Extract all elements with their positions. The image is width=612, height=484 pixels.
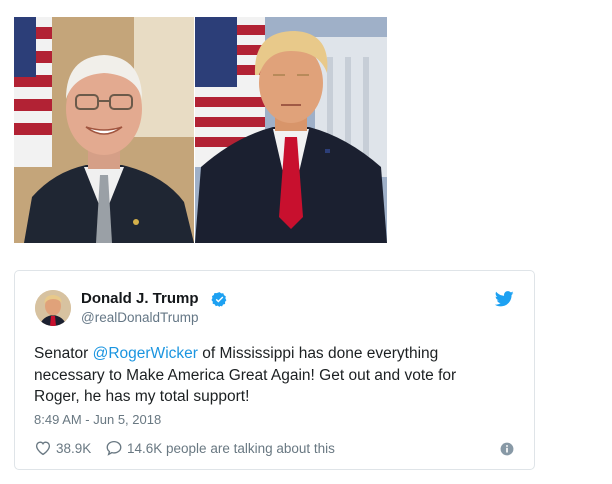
tweet-card[interactable]: Donald J. Trump @realDonaldTrump Senator…	[14, 270, 535, 470]
heart-icon	[35, 441, 51, 456]
verified-badge-icon	[211, 292, 227, 307]
reply-count-text: 14.6K people are talking about this	[127, 440, 335, 456]
author-name[interactable]: Donald J. Trump	[81, 290, 199, 307]
photo-donald-trump	[195, 17, 387, 243]
tweet-text-before: Senator	[34, 345, 93, 362]
photo-roger-wicker	[14, 17, 194, 243]
like-button[interactable]: 38.9K	[34, 439, 91, 457]
like-count: 38.9K	[56, 440, 92, 456]
speech-bubble-icon	[106, 440, 122, 456]
twitter-bird-icon[interactable]	[495, 291, 514, 307]
author-handle[interactable]: @realDonaldTrump	[81, 310, 199, 325]
avatar[interactable]	[35, 290, 71, 326]
mention-link[interactable]: @RogerWicker	[93, 345, 198, 362]
tweet-actions: 38.9K 14.6K people are talking about thi…	[34, 439, 514, 459]
reply-button[interactable]: 14.6K people are talking about this	[105, 439, 335, 457]
info-icon[interactable]	[500, 442, 514, 456]
tweet-text: Senator @RogerWicker of Mississippi has …	[34, 343, 504, 408]
tweet-timestamp[interactable]: 8:49 AM - Jun 5, 2018	[34, 412, 161, 427]
